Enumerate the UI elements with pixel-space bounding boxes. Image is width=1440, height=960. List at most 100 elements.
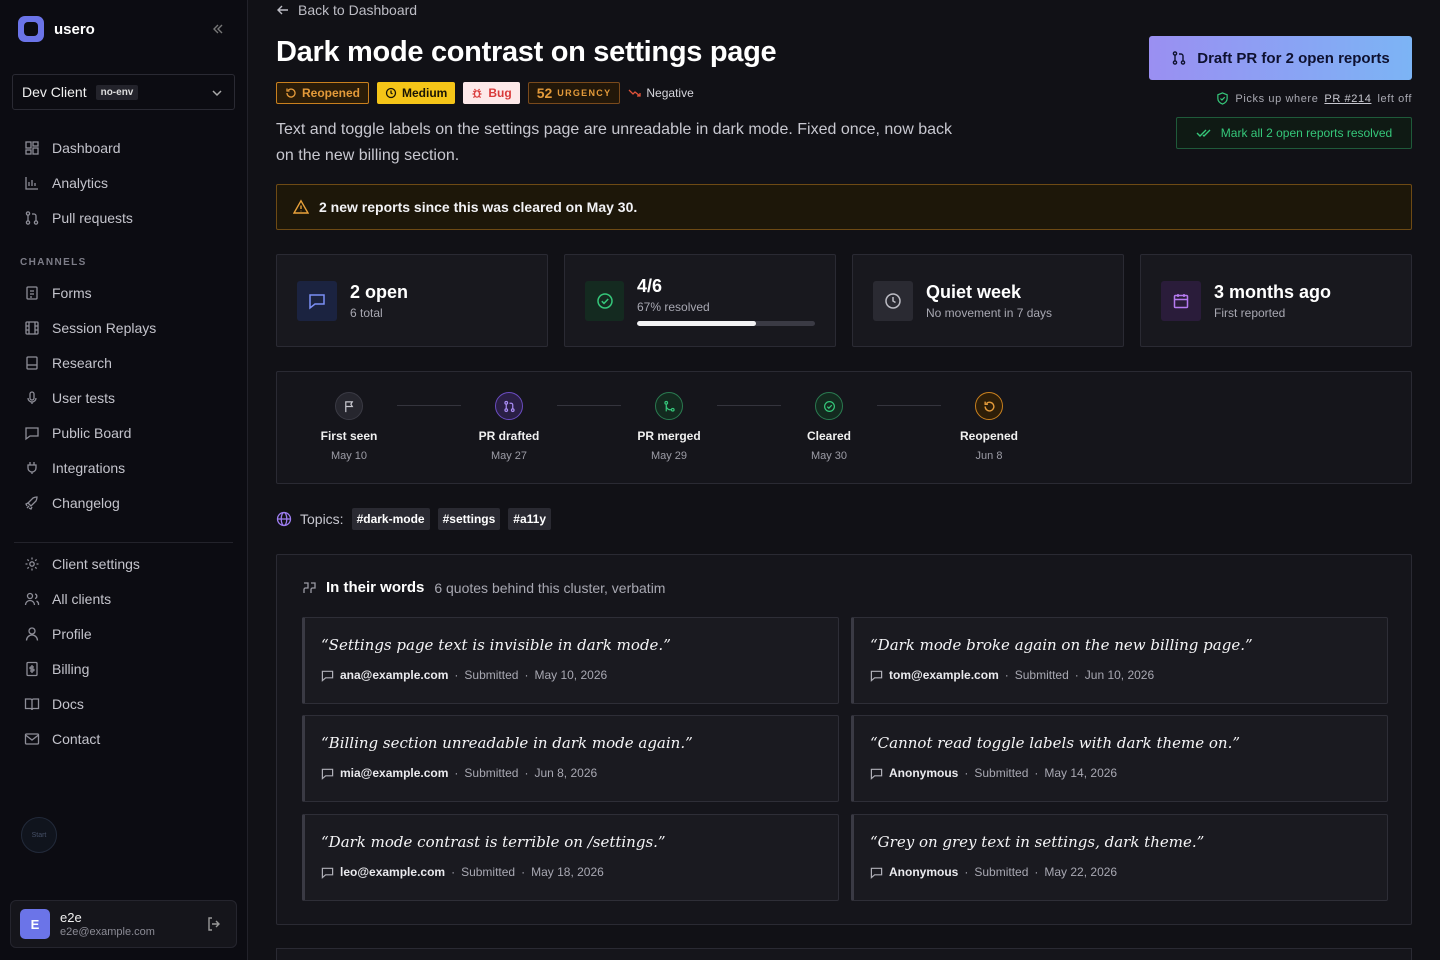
start-button[interactable]: Start (21, 817, 57, 853)
quote-card[interactable]: “Cannot read toggle labels with dark the… (851, 715, 1388, 802)
timeline-step-cleared: Cleared May 30 (769, 392, 889, 462)
timeline-step-date: May 27 (490, 450, 528, 462)
timeline-step-pr-drafted: PR drafted May 27 (449, 392, 569, 462)
quote-text: “Billing section unreadable in dark mode… (321, 734, 693, 752)
arrow-left-icon (277, 5, 288, 15)
topic-tag[interactable]: #a11y (508, 508, 552, 530)
quote-meta: Anonymous · Submitted · May 14, 2026 (870, 766, 1371, 780)
sidebar-item-user-tests[interactable]: User tests (24, 390, 115, 406)
timeline-step-pr-merged: PR merged May 29 (609, 392, 729, 462)
quote-submitted-label: Submitted (974, 865, 1029, 879)
stat-card-quiet: Quiet week No movement in 7 days (852, 254, 1124, 347)
pull-request-icon (495, 392, 523, 420)
quote-text: “Grey on grey text in settings, dark the… (870, 833, 1205, 851)
logout-icon[interactable] (206, 916, 222, 932)
timeline-step-label: Reopened (959, 429, 1018, 443)
timeline-step-label: PR drafted (478, 429, 540, 443)
usero-logo-icon (18, 16, 44, 42)
topic-tag[interactable]: #dark-mode (351, 508, 430, 530)
picks-suffix: left off (1377, 92, 1412, 105)
pull-request-icon (25, 211, 39, 225)
reopen-alert: 2 new reports since this was cleared on … (276, 184, 1412, 230)
sidebar-item-profile[interactable]: Profile (24, 626, 92, 642)
quote-author: Anonymous (889, 766, 959, 780)
stat-value: Quiet week (926, 281, 1022, 302)
client-selector[interactable]: Dev Client no-env (12, 74, 235, 110)
sidebar-item-research[interactable]: Research (24, 355, 112, 371)
resolved-progress-fill (637, 320, 757, 326)
sidebar-item-client-settings[interactable]: Client settings (24, 556, 140, 572)
quote-meta: mia@example.com · Submitted · Jun 8, 2026 (321, 766, 822, 780)
users-icon (24, 592, 40, 606)
shield-check-icon (1217, 92, 1229, 105)
quote-card[interactable]: “Dark mode broke again on the new billin… (851, 617, 1388, 704)
quote-meta: leo@example.com · Submitted · May 18, 2026 (321, 865, 822, 879)
sidebar-item-all-clients[interactable]: All clients (24, 591, 111, 607)
sidebar-item-label: Dashboard (52, 140, 121, 156)
sidebar: usero Dev Client no-env Dashboard Analyt… (0, 0, 248, 960)
timeline-step-label: Cleared (806, 429, 852, 443)
sidebar-item-label: All clients (52, 591, 112, 607)
quote-meta: ana@example.com · Submitted · May 10, 2026 (321, 668, 822, 682)
sidebar-item-session-replays[interactable]: Session Replays (24, 320, 156, 336)
quote-submitted-label: Submitted (974, 766, 1029, 780)
sidebar-item-contact[interactable]: Contact (24, 731, 100, 747)
merge-icon (655, 392, 683, 420)
sidebar-item-pull-requests[interactable]: Pull requests (24, 210, 133, 226)
priority-badge: Medium (377, 82, 456, 104)
quote-card[interactable]: “Billing section unreadable in dark mode… (302, 715, 839, 802)
quote-card[interactable]: “Settings page text is invisible in dark… (302, 617, 839, 704)
sidebar-item-label: Analytics (52, 175, 109, 191)
quote-date: May 22, 2026 (1044, 865, 1118, 879)
draft-pr-button-label: Draft PR for 2 open reports (1197, 49, 1390, 67)
avatar: E (20, 909, 50, 939)
back-link-label: Back to Dashboard (298, 2, 418, 18)
sidebar-item-analytics[interactable]: Analytics (24, 175, 108, 191)
brand[interactable]: usero (18, 16, 95, 42)
sidebar-item-docs[interactable]: Docs (24, 696, 84, 712)
draft-pr-button[interactable]: Draft PR for 2 open reports (1149, 36, 1412, 80)
timeline-step-label: PR merged (637, 429, 701, 443)
quote-text: “Dark mode contrast is terrible on /sett… (321, 833, 666, 851)
quote-author: ana@example.com (340, 668, 449, 682)
user-card[interactable]: E e2e e2e@example.com (10, 900, 237, 948)
topics-row: Topics: #dark-mode #settings #a11y (276, 508, 552, 530)
sidebar-item-public-board[interactable]: Public Board (24, 425, 131, 441)
alert-text: 2 new reports since this was cleared on … (319, 199, 638, 215)
double-check-icon (1196, 129, 1211, 137)
sidebar-item-billing[interactable]: Billing (24, 661, 89, 677)
sidebar-item-integrations[interactable]: Integrations (24, 460, 125, 476)
urgency-value: 52 (536, 85, 553, 101)
sidebar-item-label: Pull requests (52, 210, 133, 226)
dashboard-icon (25, 141, 39, 155)
issue-timeline: First seen May 10 PR drafted May 27 PR m… (276, 371, 1412, 484)
topic-tag[interactable]: #settings (437, 508, 501, 530)
sidebar-item-dashboard[interactable]: Dashboard (24, 140, 121, 156)
pr-link[interactable]: PR #214 (1324, 93, 1371, 105)
quote-icon (303, 581, 316, 593)
quotes-header: In their words 6 quotes behind this clus… (302, 579, 665, 596)
quote-author: mia@example.com (340, 766, 449, 780)
resolved-progress-bar (637, 320, 815, 326)
back-link[interactable]: Back to Dashboard (276, 2, 417, 18)
comment-icon (321, 768, 334, 780)
user-name: e2e (60, 910, 82, 925)
timeline-step-reopened: Reopened Jun 8 (929, 392, 1049, 462)
sentiment-label: Negative (646, 86, 694, 100)
mark-resolved-button[interactable]: Mark all 2 open reports resolved (1176, 117, 1412, 149)
quote-card[interactable]: “Dark mode contrast is terrible on /sett… (302, 814, 839, 901)
quote-author: tom@example.com (889, 668, 999, 682)
timeline-step-label: First seen (320, 429, 378, 443)
comment-icon (870, 768, 883, 780)
gear-icon (25, 557, 39, 571)
quote-author: Anonymous (889, 865, 959, 879)
stat-subtitle: 67% resolved (637, 299, 710, 314)
chat-icon (25, 427, 39, 441)
quote-card[interactable]: “Grey on grey text in settings, dark the… (851, 814, 1388, 901)
sidebar-item-forms[interactable]: Forms (24, 285, 92, 301)
picks-prefix: Picks up where (1235, 92, 1319, 105)
stat-subtitle: First reported (1214, 305, 1286, 320)
collapse-sidebar-icon[interactable] (210, 21, 226, 37)
forms-icon (26, 286, 38, 300)
sidebar-item-changelog[interactable]: Changelog (24, 495, 120, 511)
